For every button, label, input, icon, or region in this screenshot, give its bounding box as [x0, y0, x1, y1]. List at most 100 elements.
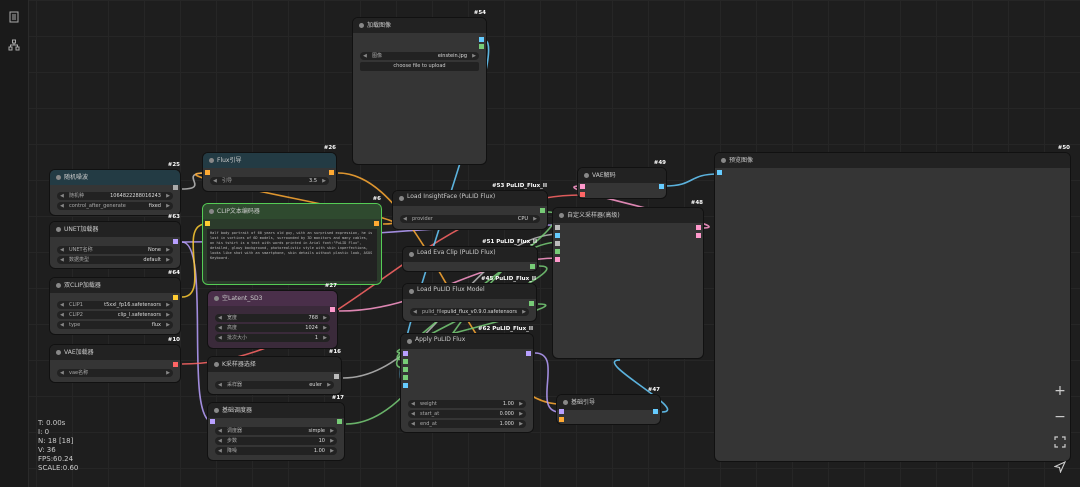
collapse-dot-icon[interactable]: [559, 213, 564, 218]
collapse-dot-icon[interactable]: [56, 175, 61, 180]
node-unet-loader[interactable]: UNET加载器 #63 ◀ UNET名称 None ▶ ◀ 数据类型 default ▶: [50, 214, 180, 268]
unet-name-combo[interactable]: ◀ UNET名称 None ▶: [57, 246, 173, 254]
collapse-dot-icon[interactable]: [407, 339, 412, 344]
output-port[interactable]: [529, 301, 534, 306]
collapse-dot-icon[interactable]: [209, 158, 214, 163]
output-port[interactable]: [479, 37, 484, 42]
dtype-combo[interactable]: ◀ 数据类型 default ▶: [57, 256, 173, 264]
input-port[interactable]: [559, 417, 564, 422]
collapse-dot-icon[interactable]: [721, 158, 726, 163]
output-port[interactable]: [526, 351, 531, 356]
input-port[interactable]: [580, 192, 585, 197]
node-load-image[interactable]: 加载图像 #54 ◀ 图像 einstein.jpg ▶ choose file t…: [353, 10, 486, 164]
clip2-combo[interactable]: ◀ CLIP2 clip_l.safetensors ▶: [57, 311, 173, 319]
collapse-dot-icon[interactable]: [56, 283, 61, 288]
input-port[interactable]: [403, 375, 408, 380]
denoise-field[interactable]: ◀ 降噪 1.00 ▶: [215, 447, 337, 455]
collapse-dot-icon[interactable]: [56, 350, 61, 355]
collapse-dot-icon[interactable]: [359, 23, 364, 28]
output-port[interactable]: [696, 225, 701, 230]
input-port[interactable]: [555, 225, 560, 230]
control-after-generate-combo[interactable]: ◀ control_after_generate fixed ▶: [57, 202, 173, 210]
weight-field[interactable]: ◀ weight 1.00 ▶: [408, 400, 526, 408]
vae-name-combo[interactable]: ◀ vae名称 ▶: [57, 369, 173, 377]
node-library-icon[interactable]: [6, 37, 22, 53]
output-port[interactable]: [653, 409, 658, 414]
collapse-dot-icon[interactable]: [409, 252, 414, 257]
output-port[interactable]: [540, 208, 545, 213]
input-port[interactable]: [555, 257, 560, 262]
node-custom-sampler[interactable]: 自定义采样器(高级) #48: [553, 200, 703, 358]
node-load-insightface[interactable]: Load InsightFace (PuLID Flux) #53 PuLID_…: [393, 183, 547, 229]
output-port[interactable]: [374, 221, 379, 226]
collapse-dot-icon[interactable]: [399, 196, 404, 201]
collapse-dot-icon[interactable]: [584, 173, 589, 178]
output-port[interactable]: [329, 170, 334, 175]
seed-field[interactable]: ◀ 随机种 1064822288016243 ▶: [57, 192, 173, 200]
height-field[interactable]: ◀ 高度 1024 ▶: [215, 324, 330, 332]
input-port[interactable]: [205, 221, 210, 226]
input-port[interactable]: [559, 409, 564, 414]
node-basic-guider[interactable]: 基础引导 #47: [557, 387, 660, 424]
collapse-dot-icon[interactable]: [563, 400, 568, 405]
node-preview-image[interactable]: 预览图像 #50: [715, 145, 1070, 461]
input-port[interactable]: [555, 241, 560, 246]
input-port[interactable]: [555, 233, 560, 238]
node-flux-guidance[interactable]: Flux引导 #26 ◀ 引导 3.5 ▶: [203, 145, 336, 191]
clip1-combo[interactable]: ◀ CLIP1 t5xxl_fp16.safetensors ▶: [57, 301, 173, 309]
node-basic-scheduler[interactable]: 基础调度器 #17 ◀ 调度器 simple ▶ ◀ 步数 10 ▶ ◀ 降噪 1.00 ▶: [208, 395, 344, 460]
start-at-field[interactable]: ◀ start_at 0.000 ▶: [408, 410, 526, 418]
output-port[interactable]: [173, 362, 178, 367]
collapse-dot-icon[interactable]: [214, 408, 219, 413]
output-port[interactable]: [173, 295, 178, 300]
guidance-field[interactable]: ◀ 引导 3.5 ▶: [210, 177, 329, 185]
input-port[interactable]: [580, 184, 585, 189]
node-clip-text-encode[interactable]: CLIP文本编码器 #6 Half body portrait of 60 ye…: [203, 196, 381, 284]
input-port[interactable]: [205, 170, 210, 175]
prompt-textarea[interactable]: Half body portrait of 60 years old guy, …: [207, 229, 377, 281]
node-apply-pulid[interactable]: Apply PuLID Flux #62 PuLID_Flux_II ◀ weig…: [401, 326, 533, 432]
input-port[interactable]: [403, 383, 408, 388]
node-vae-decode[interactable]: VAE解码 #49: [578, 160, 666, 198]
output-port[interactable]: [337, 419, 342, 424]
node-load-eva-clip[interactable]: Load Eva Clip (PuLID Flux) #51 PuLID_Flu…: [403, 239, 537, 271]
collapse-dot-icon[interactable]: [409, 289, 414, 294]
batch-size-field[interactable]: ◀ 批次大小 1 ▶: [215, 334, 330, 342]
sampler-combo[interactable]: ◀ 采样器 euler ▶: [215, 381, 334, 389]
provider-combo[interactable]: ◀ provider CPU ▶: [400, 215, 540, 223]
output-port[interactable]: [334, 374, 339, 379]
node-ksampler-select[interactable]: K采样器选择 #16 ◀ 采样器 euler ▶: [208, 349, 341, 394]
steps-field[interactable]: ◀ 步数 10 ▶: [215, 437, 337, 445]
output-port[interactable]: [659, 184, 664, 189]
upload-button[interactable]: choose file to upload: [360, 62, 479, 71]
node-vae-loader[interactable]: VAE加载器 #10 ◀ vae名称 ▶: [50, 337, 180, 382]
input-port[interactable]: [210, 419, 215, 424]
output-port[interactable]: [530, 264, 535, 269]
collapse-dot-icon[interactable]: [56, 227, 61, 232]
end-at-field[interactable]: ◀ end_at 1.000 ▶: [408, 420, 526, 428]
input-port[interactable]: [555, 249, 560, 254]
pulid-file-combo[interactable]: ◀ pulid_file pulid_flux_v0.9.0.safetensor…: [410, 308, 529, 316]
collapse-dot-icon[interactable]: [214, 296, 219, 301]
navigate-icon[interactable]: [1051, 458, 1069, 476]
input-port[interactable]: [403, 351, 408, 356]
type-combo[interactable]: ◀ type flux ▶: [57, 321, 173, 329]
collapse-dot-icon[interactable]: [209, 209, 214, 214]
node-random-seed[interactable]: 随机噪波 #25 ◀ 随机种 1064822288016243 ▶ ◀ control…: [50, 162, 180, 215]
zoom-in-icon[interactable]: +: [1051, 382, 1069, 400]
output-port[interactable]: [173, 185, 178, 190]
scheduler-combo[interactable]: ◀ 调度器 simple ▶: [215, 427, 337, 435]
node-load-pulid-model[interactable]: Load PuLID Flux Model #45 PuLID_Flux_II …: [403, 276, 536, 321]
image-combo[interactable]: ◀ 图像 einstein.jpg ▶: [360, 52, 479, 60]
input-port[interactable]: [403, 367, 408, 372]
node-dual-clip-loader[interactable]: 双CLIP加载器 #64 ◀ CLIP1 t5xxl_fp16.safetenso…: [50, 270, 180, 334]
output-port[interactable]: [173, 239, 178, 244]
input-port[interactable]: [403, 359, 408, 364]
document-icon[interactable]: [6, 9, 22, 25]
collapse-dot-icon[interactable]: [214, 362, 219, 367]
output-port[interactable]: [479, 44, 484, 49]
output-port[interactable]: [696, 233, 701, 238]
node-empty-latent[interactable]: 空Latent_SD3 #27 ◀ 宽度 768 ▶ ◀ 高度 1024 ▶ ◀ 批次大小…: [208, 283, 337, 348]
input-port[interactable]: [717, 170, 722, 175]
output-port[interactable]: [330, 307, 335, 312]
